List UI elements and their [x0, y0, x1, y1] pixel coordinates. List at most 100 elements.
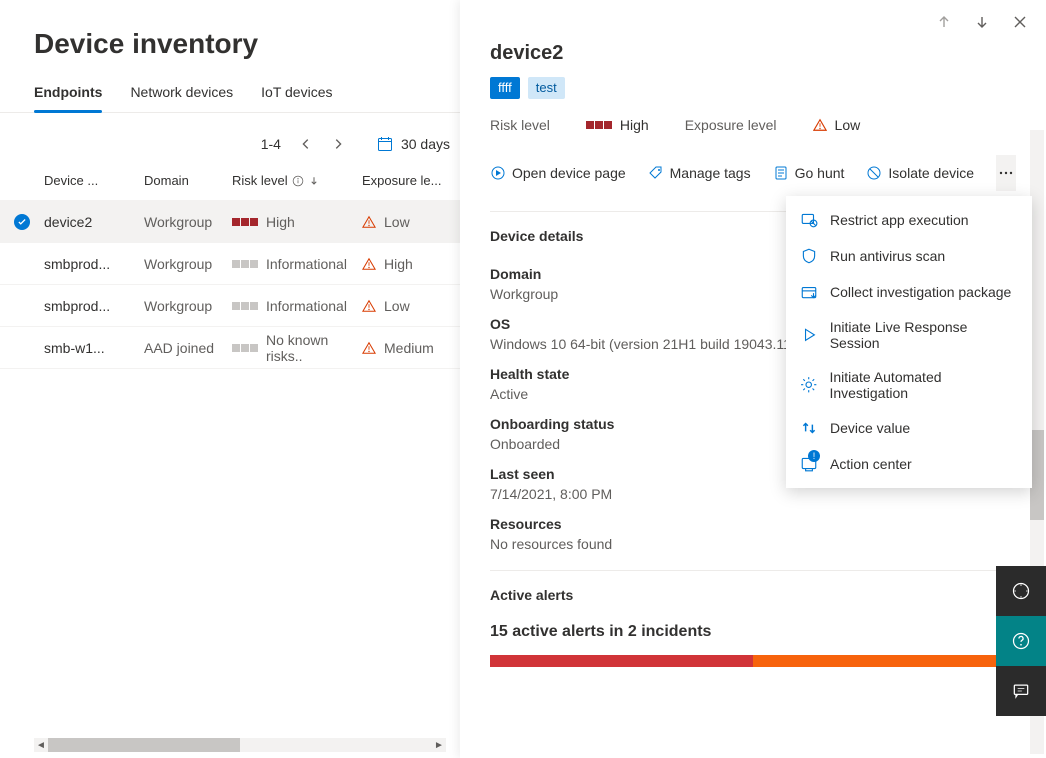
tabs: Endpoints Network devices IoT devices: [0, 74, 460, 113]
prev-page-button[interactable]: [295, 133, 317, 155]
menu-item-shield[interactable]: Run antivirus scan: [786, 238, 1032, 274]
chevron-left-icon: [299, 137, 313, 151]
more-actions-menu: Restrict app execution Run antivirus scan…: [786, 196, 1032, 488]
cell-risk: Informational: [232, 256, 362, 272]
table-row[interactable]: device2WorkgroupHighLow: [0, 201, 460, 243]
active-alerts-section-title[interactable]: Active alerts: [490, 570, 1016, 607]
info-icon: [292, 175, 304, 187]
col-header-device[interactable]: Device ...: [44, 173, 144, 188]
menu-item-package[interactable]: Collect investigation package: [786, 274, 1032, 310]
alerts-bar-segment-red: [490, 655, 753, 667]
horizontal-scrollbar[interactable]: ◄ ►: [34, 738, 446, 752]
cell-device: smb-w1...: [44, 340, 144, 356]
cell-risk: No known risks..: [232, 332, 362, 364]
tab-network-devices[interactable]: Network devices: [130, 74, 233, 112]
scroll-thumb[interactable]: [48, 738, 240, 752]
cell-domain: Workgroup: [144, 256, 232, 272]
checkmark-icon: [14, 214, 30, 230]
warning-icon: [362, 299, 376, 313]
date-range-label: 30 days: [401, 136, 450, 152]
more-actions-button[interactable]: [996, 155, 1016, 191]
arrow-up-icon: [936, 14, 952, 30]
device-tag[interactable]: ffff: [490, 77, 520, 99]
row-select[interactable]: [0, 214, 44, 230]
help-question-button[interactable]: [996, 616, 1046, 666]
tab-endpoints[interactable]: Endpoints: [34, 74, 102, 112]
cell-device: smbprod...: [44, 256, 144, 272]
restrict-icon: [800, 211, 818, 229]
menu-item-action[interactable]: Action center!: [786, 446, 1032, 482]
panel-scroll-thumb[interactable]: [1030, 430, 1044, 520]
hunt-icon: [773, 165, 789, 181]
panel-up-button[interactable]: [934, 12, 954, 32]
panel-close-button[interactable]: [1010, 12, 1030, 32]
menu-item-label: Initiate Automated Investigation: [829, 369, 1018, 401]
scroll-right-arrow[interactable]: ►: [432, 738, 446, 752]
cell-exposure: Low: [362, 214, 460, 230]
level-row: Risk level High Exposure level Low: [490, 117, 1016, 133]
open-icon: [490, 165, 506, 181]
menu-item-restrict[interactable]: Restrict app execution: [786, 202, 1032, 238]
cell-exposure: Low: [362, 298, 460, 314]
cell-exposure: Medium: [362, 340, 460, 356]
col-header-domain[interactable]: Domain: [144, 173, 232, 188]
next-page-button[interactable]: [327, 133, 349, 155]
menu-item-play[interactable]: Initiate Live Response Session: [786, 310, 1032, 360]
date-range-button[interactable]: 30 days: [377, 136, 450, 152]
cell-device: smbprod...: [44, 298, 144, 314]
scroll-left-arrow[interactable]: ◄: [34, 738, 48, 752]
calendar-icon: [377, 136, 393, 152]
help-compass-button[interactable]: [996, 566, 1046, 616]
table-row[interactable]: smbprod...WorkgroupInformationalLow: [0, 285, 460, 327]
col-header-exposure[interactable]: Exposure le...: [362, 173, 460, 188]
chevron-right-icon: [331, 137, 345, 151]
more-icon: [998, 165, 1014, 181]
alert-badge-icon: !: [808, 450, 820, 462]
tab-iot-devices[interactable]: IoT devices: [261, 74, 332, 112]
alerts-bar: [490, 655, 1016, 667]
risk-indicator-icon: [232, 218, 258, 226]
toolbar: 1-4 30 days: [0, 113, 460, 165]
manage-tags-button[interactable]: Manage tags: [648, 165, 751, 181]
cell-risk: High: [232, 214, 362, 230]
col-header-risk[interactable]: Risk level: [232, 173, 362, 188]
menu-item-label: Device value: [830, 420, 910, 436]
page-range-text: 1-4: [261, 136, 281, 152]
alerts-bar-segment-orange: [753, 655, 1016, 667]
package-icon: [800, 283, 818, 301]
table-row[interactable]: smb-w1...AAD joinedNo known risks..Mediu…: [0, 327, 460, 369]
tag-icon: [648, 165, 664, 181]
arrow-down-icon: [974, 14, 990, 30]
device-table: Device ... Domain Risk level Exposure le…: [0, 165, 460, 369]
menu-item-gear[interactable]: Initiate Automated Investigation: [786, 360, 1032, 410]
shield-icon: [800, 247, 818, 265]
cell-risk: Informational: [232, 298, 362, 314]
menu-item-label: Initiate Live Response Session: [830, 319, 1018, 351]
go-hunt-button[interactable]: Go hunt: [773, 165, 845, 181]
menu-item-updown[interactable]: Device value: [786, 410, 1032, 446]
cell-domain: Workgroup: [144, 298, 232, 314]
menu-item-label: Run antivirus scan: [830, 248, 945, 264]
warning-icon: [362, 257, 376, 271]
panel-down-button[interactable]: [972, 12, 992, 32]
warning-icon: [362, 215, 376, 229]
col-header-risk-label: Risk level: [232, 173, 288, 188]
feedback-icon: [1011, 681, 1031, 701]
device-tag[interactable]: test: [528, 77, 565, 99]
sort-down-icon: [308, 175, 320, 187]
exposure-level-value: Low: [813, 117, 861, 133]
tag-row: ffff test: [490, 77, 1016, 99]
cell-device: device2: [44, 214, 144, 230]
updown-icon: [800, 419, 818, 437]
open-device-page-button[interactable]: Open device page: [490, 165, 626, 181]
warning-icon: [362, 341, 376, 355]
isolate-device-button[interactable]: Isolate device: [866, 165, 974, 181]
table-row[interactable]: smbprod...WorkgroupInformationalHigh: [0, 243, 460, 285]
gear-icon: [800, 376, 817, 394]
isolate-icon: [866, 165, 882, 181]
risk-indicator-icon: [232, 302, 258, 310]
risk-indicator-icon: [232, 344, 258, 352]
risk-level-value: High: [586, 117, 649, 133]
close-icon: [1012, 14, 1028, 30]
feedback-button[interactable]: [996, 666, 1046, 716]
